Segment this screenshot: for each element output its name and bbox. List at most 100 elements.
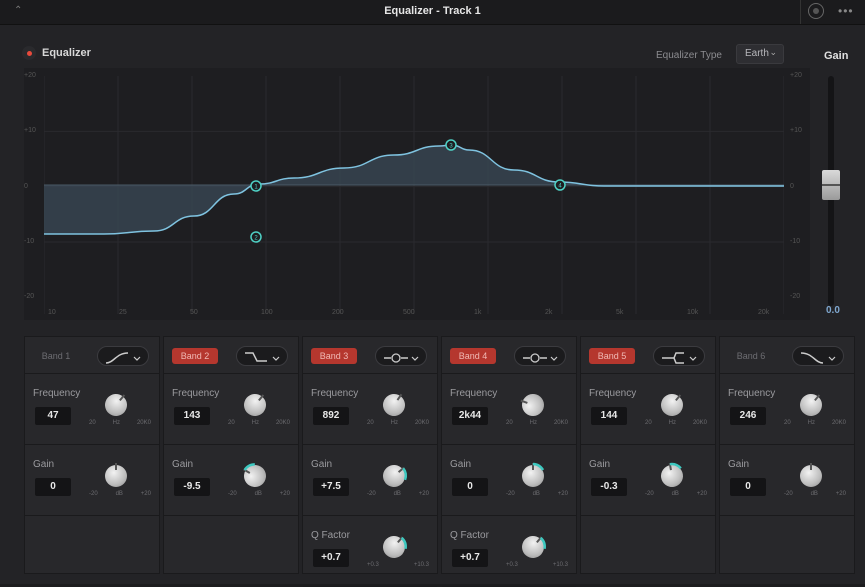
equalizer-type-dropdown[interactable]: Earth ⌄ <box>736 44 784 64</box>
knob-scale-label: +0.3 <box>367 562 379 568</box>
band-3-toggle[interactable]: Band 3 <box>311 348 357 364</box>
frequency-value-field[interactable]: 246 <box>730 407 766 425</box>
y-axis-right-tick: -10 <box>790 238 801 245</box>
knob-scale: +0.3 +10.3 <box>506 562 568 568</box>
gain-knob[interactable] <box>105 463 127 487</box>
knob-scale: -20 dB +20 <box>506 491 568 497</box>
gain-value-field[interactable]: -0.3 <box>591 478 627 496</box>
gain-value-field[interactable]: 0 <box>452 478 488 496</box>
knob-scale-label: 20 <box>506 420 513 426</box>
knob-indicator-icon <box>536 536 546 550</box>
frequency-knob[interactable] <box>100 389 132 421</box>
y-axis-left-tick: +10 <box>24 127 36 135</box>
knob-scale-label: 20 <box>645 420 652 426</box>
knob-scale-label: 20 <box>228 420 235 426</box>
gain-knob[interactable] <box>659 462 685 489</box>
filter-shape-dropdown[interactable] <box>97 346 149 366</box>
filter-shape-dropdown[interactable] <box>236 346 288 366</box>
y-axis-left-tick: -20 <box>24 293 35 301</box>
band-1-toggle[interactable]: Band 1 <box>33 348 79 364</box>
q-section: Q Factor +0.7 +0.3 +10.3 <box>303 516 437 587</box>
knob-scale-label: -20 <box>784 491 793 497</box>
band-header: Band 1 <box>25 337 159 374</box>
filter-shape-dropdown[interactable] <box>375 346 427 366</box>
eq-response-graph[interactable]: 1234 <box>44 76 784 314</box>
knob-scale-label: +20 <box>696 491 707 497</box>
knob-indicator-icon <box>115 463 117 470</box>
gain-knob[interactable] <box>378 460 410 492</box>
filter-shape-dropdown[interactable] <box>653 346 705 366</box>
q-factor-knob[interactable] <box>517 531 549 563</box>
x-axis-tick: 200 <box>332 309 344 316</box>
gain-value-field[interactable]: -9.5 <box>174 478 210 496</box>
knob-scale: 20 Hz 20K0 <box>506 420 568 426</box>
gain-value-field[interactable]: 0 <box>35 478 71 496</box>
gain-label: Gain <box>311 459 333 470</box>
gain-value-field[interactable]: +7.5 <box>313 478 349 496</box>
knob-scale-label: 20 <box>367 420 374 426</box>
knob-indicator-icon <box>397 466 407 481</box>
frequency-knob[interactable] <box>518 390 548 420</box>
y-axis-left-tick: +20 <box>24 72 36 79</box>
frequency-value-field[interactable]: 144 <box>591 407 627 425</box>
band-2-toggle[interactable]: Band 2 <box>172 348 218 364</box>
equalizer-enable-toggle[interactable]: Equalizer <box>22 46 91 60</box>
frequency-knob[interactable] <box>656 389 688 421</box>
knob-scale-label: -20 <box>645 491 654 497</box>
knob-scale: -20 dB +20 <box>228 491 290 497</box>
knob-scale-label: +20 <box>140 491 151 497</box>
frequency-label: Frequency <box>450 388 498 399</box>
power-dot-icon[interactable] <box>22 46 36 60</box>
knob-scale-label: +10.3 <box>413 562 429 568</box>
knob-indicator-icon <box>258 394 265 402</box>
band-4-toggle[interactable]: Band 4 <box>450 348 496 364</box>
gain-value-field[interactable]: 0 <box>730 478 766 496</box>
knob-indicator-icon <box>532 462 545 471</box>
gain-label: Gain <box>728 459 750 470</box>
frequency-section: Frequency 144 20 Hz 20K0 <box>581 374 715 445</box>
more-options-icon[interactable]: ••• <box>838 4 854 18</box>
frequency-value-field[interactable]: 892 <box>313 407 349 425</box>
knob-indicator-icon <box>675 394 682 402</box>
frequency-value-field[interactable]: 47 <box>35 407 71 425</box>
gain-knob[interactable] <box>800 463 822 487</box>
knob-indicator-icon <box>814 394 821 402</box>
knob-scale-label: dB <box>393 491 401 497</box>
gain-fader-handle[interactable] <box>822 170 840 200</box>
gain-section: Gain -0.3 -20 dB +20 <box>581 445 715 516</box>
knob-scale: 20 Hz 20K0 <box>784 420 846 426</box>
q-factor-knob[interactable] <box>378 531 410 563</box>
gain-title: Gain <box>824 50 849 62</box>
knob-indicator-icon <box>396 393 403 401</box>
bell-filter-icon <box>384 353 419 363</box>
knob-indicator-icon <box>668 462 682 471</box>
high-cut-filter-icon <box>800 352 836 364</box>
gain-knob[interactable] <box>522 462 545 487</box>
filter-shape-dropdown[interactable] <box>514 346 566 366</box>
frequency-knob[interactable] <box>239 389 271 421</box>
knob-scale-label: 20K0 <box>692 420 707 426</box>
settings-icon[interactable] <box>808 3 824 19</box>
frequency-knob[interactable] <box>378 389 410 421</box>
frequency-value-field[interactable]: 143 <box>174 407 210 425</box>
q-label: Q Factor <box>450 530 489 541</box>
q-value-field[interactable]: +0.7 <box>452 549 488 567</box>
band-6-toggle[interactable]: Band 6 <box>728 348 774 364</box>
filter-shape-dropdown[interactable] <box>792 346 844 366</box>
q-label: Q Factor <box>311 530 350 541</box>
y-axis-left-tick: -10 <box>24 238 35 245</box>
x-axis-tick: 20k <box>758 309 770 316</box>
knob-scale-label: Hz <box>112 420 120 426</box>
frequency-section: Frequency 2k44 20 Hz 20K0 <box>442 374 576 445</box>
frequency-knob[interactable] <box>795 389 827 421</box>
window-title: Equalizer - Track 1 <box>384 5 481 17</box>
q-value-field[interactable]: +0.7 <box>313 549 349 567</box>
frequency-value-field[interactable]: 2k44 <box>452 407 488 425</box>
bell-filter-icon <box>523 353 558 363</box>
band-5-toggle[interactable]: Band 5 <box>589 348 635 364</box>
y-axis-left-tick: 0 <box>24 182 28 190</box>
gain-readout: 0.0 <box>826 305 840 316</box>
knob-scale: 20 Hz 20K0 <box>89 420 151 426</box>
gain-knob[interactable] <box>239 460 271 492</box>
knob-scale-label: 20K0 <box>831 420 846 426</box>
